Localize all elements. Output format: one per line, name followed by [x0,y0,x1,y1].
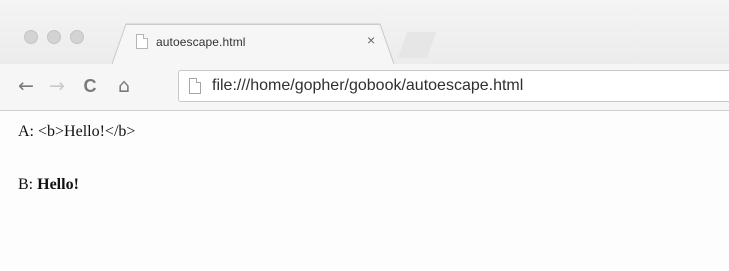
line-b-text: Hello! [37,176,79,193]
line-a: A: <b>Hello!</b> [18,123,135,141]
line-b: B: Hello! [18,176,79,194]
tab-close-icon[interactable]: × [367,33,375,47]
toolbar: ← → C ⌂ file:///home/gopher/gobook/autoe… [0,64,729,111]
line-a-text: <b>Hello!</b> [38,123,136,140]
line-a-label: A: [18,123,38,140]
browser-window: autoescape.html × ← → C ⌂ file:///home/g… [0,0,729,271]
tab-outline [112,23,394,64]
forward-arrow-icon[interactable]: → [45,74,69,98]
minimize-window-button[interactable] [47,30,61,44]
tab-title: autoescape.html [156,35,246,49]
new-tab-button[interactable] [398,32,436,58]
address-bar[interactable]: file:///home/gopher/gobook/autoescape.ht… [178,70,729,102]
document-icon [189,78,201,94]
close-window-button[interactable] [24,30,38,44]
document-icon [136,34,148,49]
reload-icon[interactable]: C [78,74,102,98]
window-controls [24,30,84,44]
page-content: A: <b>Hello!</b> B: Hello! [0,111,729,271]
zoom-window-button[interactable] [70,30,84,44]
line-b-label: B: [18,176,38,193]
home-icon[interactable]: ⌂ [112,74,136,98]
back-arrow-icon[interactable]: ← [14,74,38,98]
tab-strip: autoescape.html × [0,0,729,64]
url-text[interactable]: file:///home/gopher/gobook/autoescape.ht… [212,77,523,95]
